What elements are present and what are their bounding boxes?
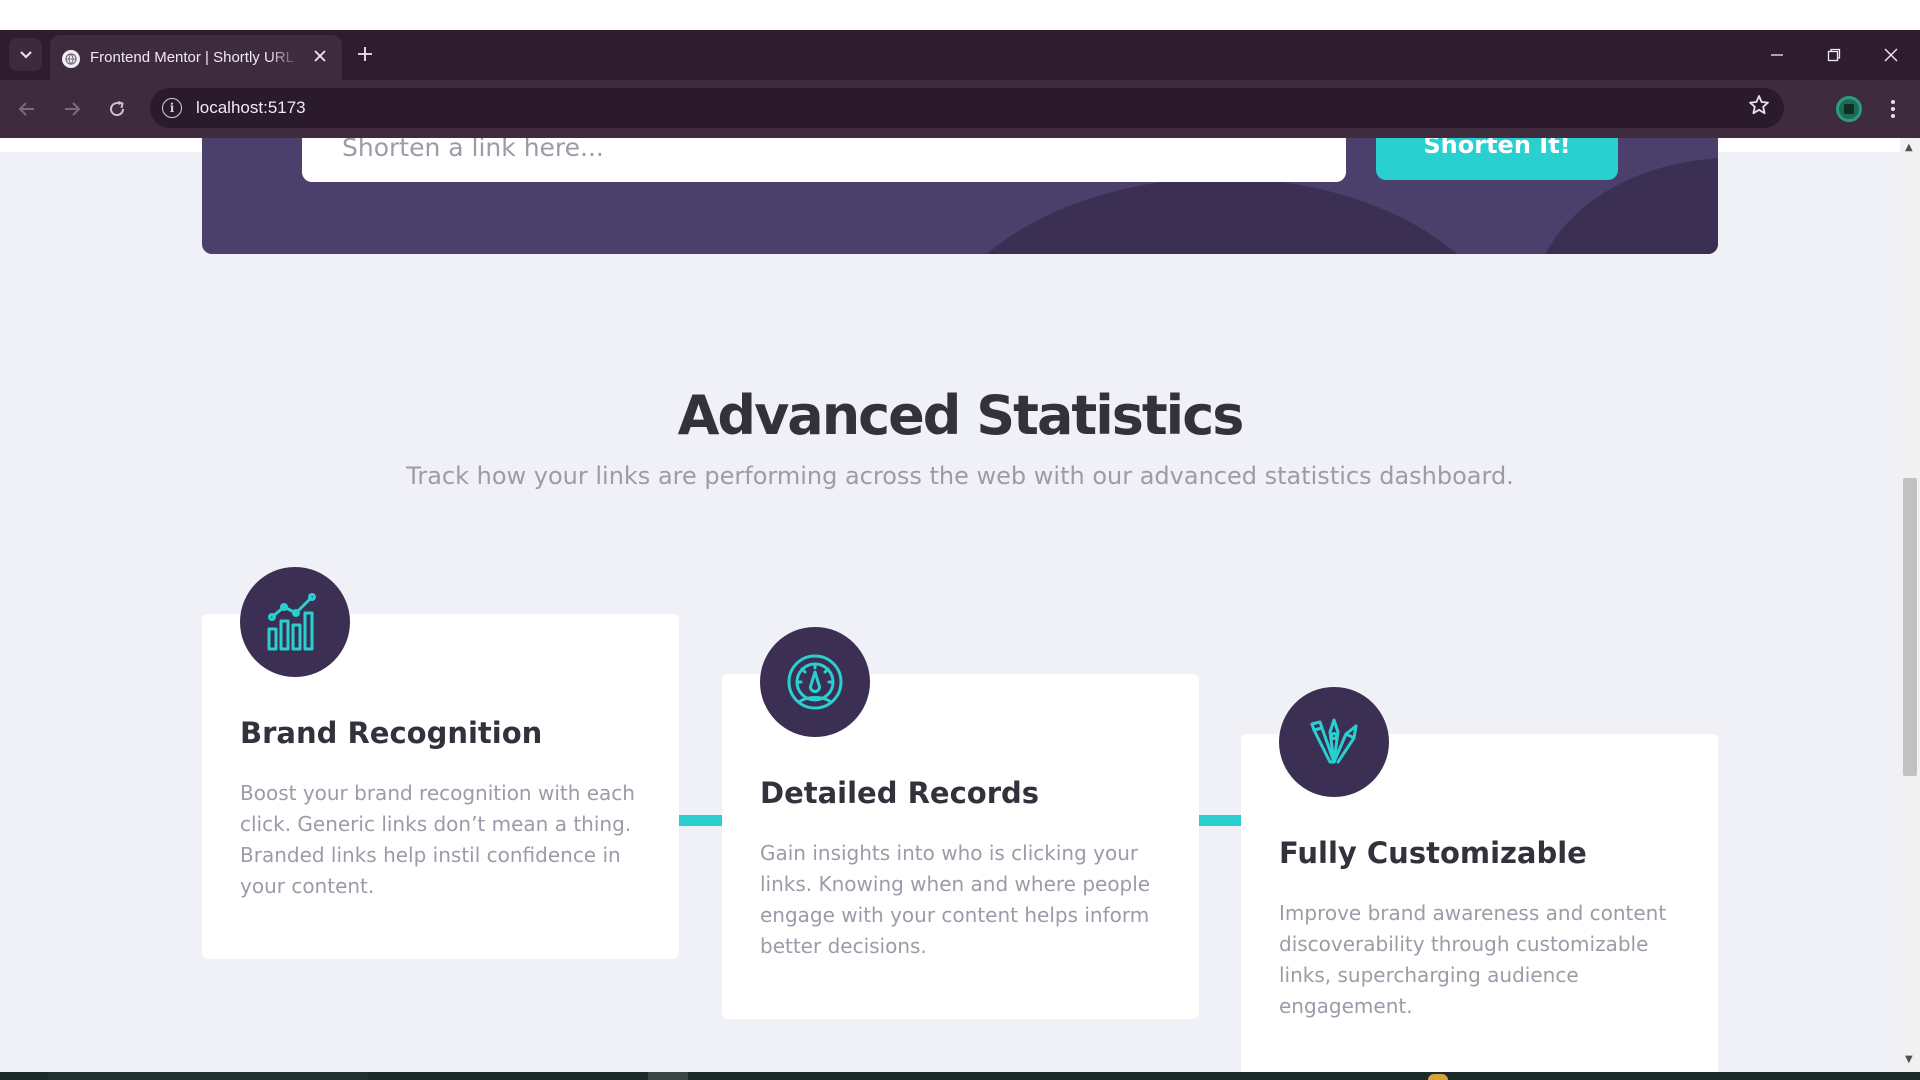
vertical-scrollbar[interactable]: ▲ ▼ (1900, 138, 1920, 1072)
taskbar-item[interactable] (648, 1072, 688, 1080)
kebab-menu-icon[interactable] (1880, 94, 1906, 124)
shorten-button[interactable]: Shorten It! (1376, 138, 1618, 180)
feature-card: Detailed Records Gain insights into who … (722, 627, 1199, 1019)
tab-title: Frontend Mentor | Shortly URL shortening… (90, 49, 300, 66)
browser-tab-bar: Frontend Mentor | Shortly URL shortening… (0, 30, 1920, 80)
scroll-up-icon[interactable]: ▲ (1905, 142, 1913, 153)
close-icon[interactable] (1862, 30, 1920, 80)
shorten-link-input[interactable]: Shorten a link here... (302, 138, 1346, 182)
url-text[interactable]: localhost:5173 (196, 98, 306, 118)
feature-card: Brand Recognition Boost your brand recog… (202, 567, 679, 959)
reload-icon[interactable] (101, 93, 133, 125)
forward-arrow-icon[interactable] (56, 93, 88, 125)
plus-icon[interactable] (350, 39, 380, 69)
feature-card: Fully Customizable Improve brand awarene… (1241, 687, 1718, 1072)
scroll-down-icon[interactable]: ▼ (1905, 1054, 1913, 1065)
browser-toolbar: i localhost:5173 (0, 80, 1920, 138)
fully-customizable-icon (1279, 687, 1389, 797)
card-title: Brand Recognition (240, 716, 543, 750)
address-bar[interactable]: i localhost:5173 (150, 88, 1784, 128)
card-title: Detailed Records (760, 776, 1040, 810)
card-description: Gain insights into who is clicking your … (760, 841, 1151, 958)
star-icon[interactable] (1748, 94, 1770, 122)
background-shape (922, 178, 1522, 254)
chevron-down-icon[interactable] (9, 38, 42, 71)
globe-icon (62, 50, 80, 68)
os-taskbar (0, 1072, 1920, 1080)
card-description: Boost your brand recognition with each c… (240, 781, 635, 898)
card-title: Fully Customizable (1279, 836, 1587, 870)
section-title: Advanced Statistics (677, 384, 1245, 447)
detailed-records-icon (760, 627, 870, 737)
scrollbar-thumb[interactable] (1903, 478, 1917, 776)
minimize-icon[interactable] (1748, 30, 1806, 80)
card-connector (1199, 815, 1242, 826)
restore-icon[interactable] (1805, 30, 1863, 80)
card-description: Improve brand awareness and content disc… (1279, 901, 1667, 1018)
brand-recognition-icon (240, 567, 350, 677)
taskbar-app-icon[interactable] (1428, 1074, 1448, 1080)
browser-tab[interactable]: Frontend Mentor | Shortly URL shortening… (50, 35, 342, 80)
shorten-form: Shorten a link here... Shorten It! (202, 138, 1718, 254)
close-icon[interactable] (308, 44, 332, 68)
section-subtitle: Track how your links are performing acro… (406, 462, 1514, 490)
taskbar-item[interactable] (48, 1072, 368, 1080)
back-arrow-icon[interactable] (11, 93, 43, 125)
extension-icon[interactable] (1836, 96, 1862, 122)
page-viewport: Shorten a link here... Shorten It! Advan… (0, 138, 1920, 1072)
info-icon[interactable]: i (162, 98, 182, 118)
card-connector (679, 815, 723, 826)
top-strip (0, 0, 1920, 30)
